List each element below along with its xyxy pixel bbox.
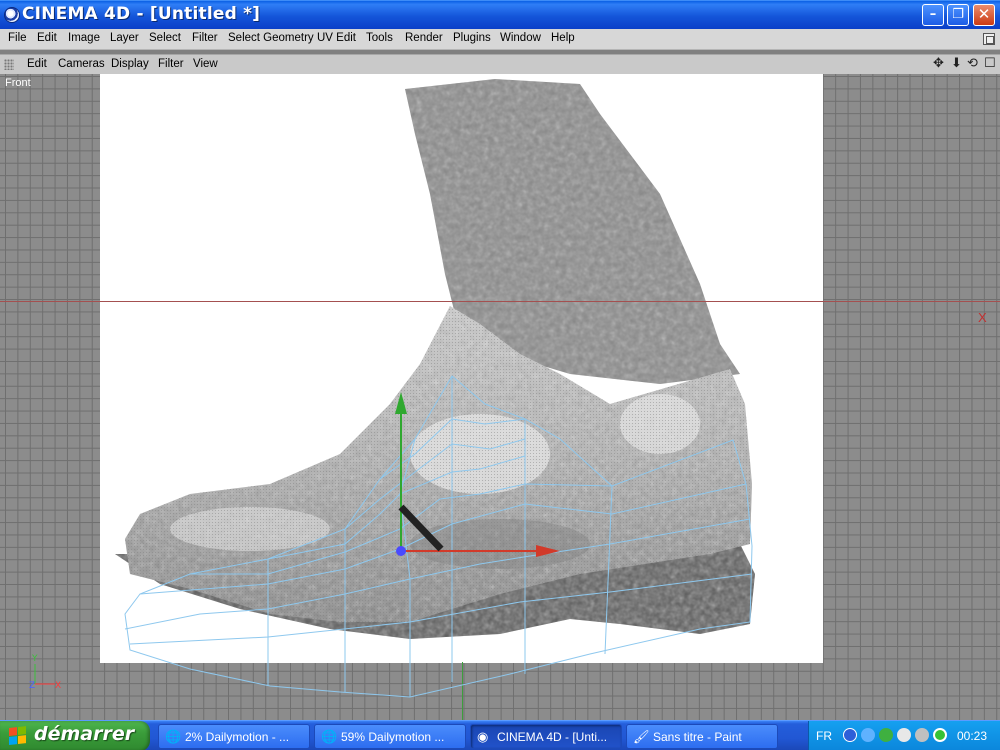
corner-axis-gizmo: Y Z X [27, 654, 67, 694]
window-title: CINEMA 4D - [Untitled *] [22, 4, 261, 24]
menu-render[interactable]: Render [405, 32, 443, 44]
title-bar: CINEMA 4D - [Untitled *] – ❐ ✕ [0, 0, 1000, 29]
front-viewport[interactable]: X Front Y Z X [0, 74, 1000, 720]
windows-logo-icon [9, 726, 27, 746]
vp-menu-view[interactable]: View [193, 58, 218, 70]
menu-expand-icon[interactable] [983, 33, 995, 45]
maximize-icon[interactable]: ☐ [984, 57, 996, 71]
taskbar: démarrer 🌐 2% Dailymotion - ... 🌐 59% Da… [0, 720, 1000, 750]
vp-menu-cameras[interactable]: Cameras [58, 58, 105, 70]
menu-bar: File Edit Image Layer Select Filter Sele… [0, 29, 1000, 50]
vp-menu-edit[interactable]: Edit [27, 58, 47, 70]
move-icon[interactable]: ✥ [933, 57, 944, 71]
menu-uv-edit[interactable]: UV Edit [317, 32, 356, 44]
paint-icon: 🖌 [633, 729, 650, 744]
cinema4d-icon: ◉ [477, 729, 489, 744]
viewport-menu-bar: Edit Cameras Display Filter View ✥ ⬇ ⟲ ☐ [0, 54, 1000, 74]
down-arrow-icon[interactable]: ⬇ [951, 57, 962, 71]
menu-window[interactable]: Window [500, 32, 541, 44]
firefox-icon: 🌐 [165, 729, 182, 744]
menu-filter[interactable]: Filter [192, 32, 218, 44]
x-arrow-icon[interactable] [536, 545, 560, 557]
task-label: CINEMA 4D - [Unti... [497, 730, 608, 744]
menu-select-geometry[interactable]: Select Geometry [228, 32, 314, 44]
close-button[interactable]: ✕ [973, 4, 995, 26]
menu-tools[interactable]: Tools [366, 32, 393, 44]
clock[interactable]: 00:23 [957, 729, 987, 743]
start-label: démarrer [34, 723, 135, 745]
rotate-icon[interactable]: ⟲ [967, 57, 978, 71]
minimize-button[interactable]: – [922, 4, 944, 26]
view-name-label: Front [5, 77, 31, 89]
task-dailymotion-2[interactable]: 🌐 59% Dailymotion ... [314, 724, 466, 749]
vp-menu-display[interactable]: Display [111, 58, 149, 70]
corner-x-label: X [55, 681, 62, 691]
corner-y-label: Y [32, 654, 38, 664]
grip-icon[interactable] [4, 59, 14, 70]
cinema4d-app-icon[interactable] [4, 7, 20, 23]
tray-collapse-icon[interactable] [843, 728, 857, 742]
messenger-icon[interactable] [879, 728, 893, 742]
system-tray: FR 00:23 [808, 721, 1000, 750]
corner-z-label: Z [29, 681, 36, 691]
menu-edit[interactable]: Edit [37, 32, 57, 44]
pivot-point[interactable] [396, 546, 406, 556]
task-cinema4d[interactable]: ◉ CINEMA 4D - [Unti... [470, 724, 622, 749]
menu-help[interactable]: Help [551, 32, 575, 44]
menu-plugins[interactable]: Plugins [453, 32, 491, 44]
menu-file[interactable]: File [8, 32, 27, 44]
network-icon[interactable] [861, 728, 875, 742]
volume-icon[interactable] [915, 728, 929, 742]
task-dailymotion-1[interactable]: 🌐 2% Dailymotion - ... [158, 724, 310, 749]
menu-layer[interactable]: Layer [110, 32, 139, 44]
menu-select[interactable]: Select [149, 32, 181, 44]
start-button[interactable]: démarrer [0, 721, 150, 750]
language-indicator[interactable]: FR [816, 729, 832, 743]
menu-image[interactable]: Image [68, 32, 100, 44]
firefox-icon: 🌐 [321, 729, 338, 744]
task-label: 2% Dailymotion - ... [185, 730, 290, 744]
security-icon[interactable] [897, 728, 911, 742]
mesh-wireframe[interactable] [0, 74, 1000, 720]
task-label: Sans titre - Paint [653, 730, 742, 744]
y-arrow-icon[interactable] [395, 392, 407, 414]
vp-menu-filter[interactable]: Filter [158, 58, 184, 70]
task-label: 59% Dailymotion ... [341, 730, 445, 744]
task-paint[interactable]: 🖌 Sans titre - Paint [626, 724, 778, 749]
status-icon[interactable] [933, 728, 947, 742]
restore-button[interactable]: ❐ [947, 4, 969, 26]
